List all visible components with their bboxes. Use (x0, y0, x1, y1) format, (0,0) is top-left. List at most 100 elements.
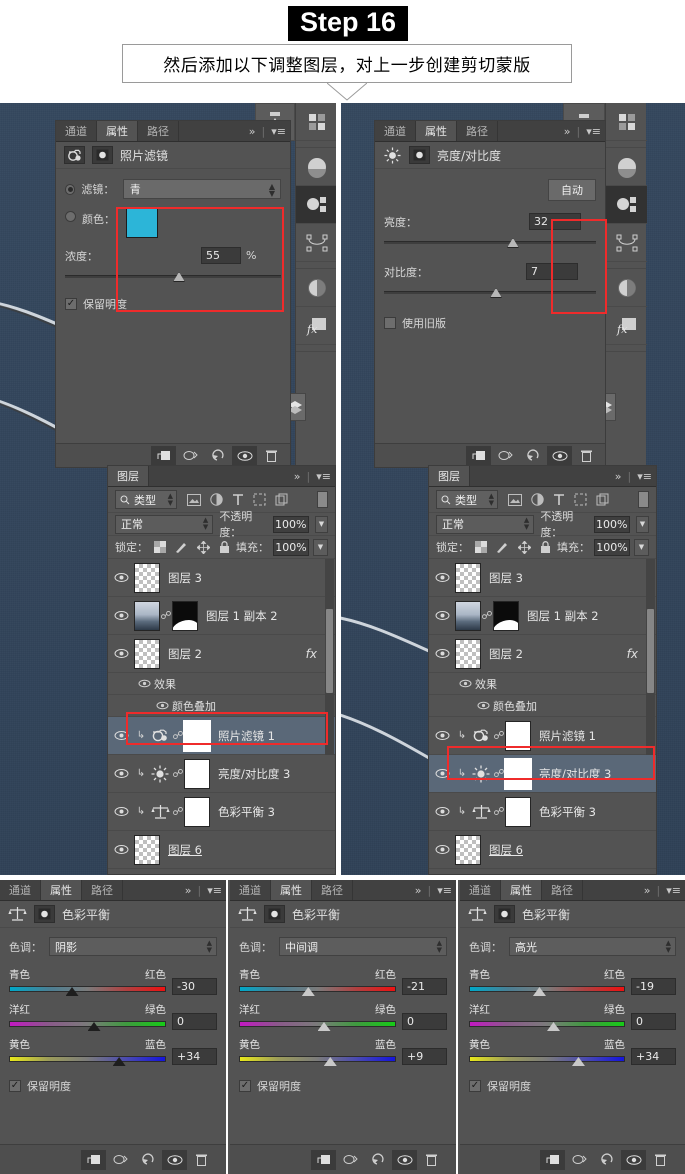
eye-icon[interactable] (621, 1149, 646, 1170)
tone-select[interactable]: 中间调 ▲ ▼ (279, 937, 447, 956)
table-row[interactable]: ☍ 图层 1 副本 2 (108, 597, 335, 635)
half-circle-icon[interactable] (606, 269, 647, 307)
yellow-blue-value[interactable]: +34 (172, 1048, 217, 1065)
contrast-slider[interactable] (384, 287, 596, 299)
color-wheel-icon[interactable] (296, 148, 336, 186)
fill-value[interactable]: 100% (273, 538, 309, 556)
blend-mode-row[interactable]: 正常 ▲ ▼ 不透明度： 100% ▼ (108, 510, 335, 539)
eye-icon[interactable] (429, 730, 455, 741)
toggle-view-icon[interactable] (567, 1150, 592, 1170)
fill-dropdown-icon[interactable]: ▼ (313, 538, 328, 556)
tone-row[interactable]: 色调： 高光 ▲ ▼ (469, 937, 676, 956)
preserve-luminosity-checkbox[interactable]: ✓ (9, 1080, 21, 1092)
brightness-icon[interactable] (469, 765, 493, 783)
panel-menu-icon[interactable]: ▾≡ (316, 470, 331, 483)
clip-to-layer-icon[interactable] (92, 146, 113, 164)
layers-panel-controls[interactable]: » | ▾≡ (294, 466, 331, 487)
stepper-arrows-icon[interactable]: ▲ ▼ (269, 183, 275, 198)
tab-properties[interactable]: 属性 (97, 121, 138, 141)
cyan-red-slider[interactable] (239, 983, 396, 996)
stepper-arrows-icon[interactable]: ▲ ▼ (168, 492, 173, 507)
reset-icon[interactable] (520, 446, 545, 466)
density-slider[interactable] (65, 271, 281, 283)
color-balance-icon[interactable] (469, 804, 493, 820)
layer-mask-thumbnail[interactable] (184, 758, 210, 789)
color-balance-panel-shadows[interactable]: 通道 属性 路径 » | ▾≡ 色彩平衡 色调： 阴影 ▲ ▼ 青色 红色 -3… (0, 880, 228, 1174)
trash-icon[interactable] (574, 446, 599, 466)
half-circle-icon[interactable] (296, 269, 336, 307)
scrollbar-thumb[interactable] (326, 609, 333, 693)
blend-mode-row[interactable]: 正常 ▲ ▼ 不透明度： 100% ▼ (429, 510, 656, 539)
tab-channels[interactable]: 通道 (230, 880, 271, 900)
tone-select[interactable]: 高光 ▲ ▼ (509, 937, 676, 956)
fx-icon[interactable]: fx (306, 647, 317, 661)
eye-icon[interactable] (429, 806, 455, 817)
cyan-red-slider[interactable] (9, 983, 166, 996)
fx-icon[interactable]: fx (627, 647, 638, 661)
use-legacy-row[interactable]: ✓ 使用旧版 (384, 315, 446, 331)
layer-filter-type-select[interactable]: 类型 ▲ ▼ (115, 490, 177, 509)
eye-icon[interactable] (134, 679, 154, 688)
layers-panel-right[interactable]: 图层 » | ▾≡ 类型 ▲ ▼ 正常 ▲ ▼ 不透明度： 100% ▼ 锁定：… (428, 465, 657, 875)
link-icon[interactable]: ☍ (172, 729, 184, 742)
table-row[interactable]: 图层 6 (108, 831, 335, 869)
stepper-arrows-icon[interactable]: ▲ ▼ (489, 492, 494, 507)
layer-mask-thumbnail[interactable] (184, 796, 210, 827)
eye-icon[interactable] (429, 610, 455, 621)
yellow-blue-slider[interactable] (239, 1053, 396, 1066)
opacity-value[interactable]: 100% (593, 515, 630, 533)
filter-radio[interactable] (65, 183, 76, 195)
properties-panel-footer[interactable] (375, 443, 605, 467)
clip-to-layer-icon[interactable] (151, 445, 176, 466)
panel-controls[interactable]: » | ▾≡ (644, 880, 681, 901)
opacity-dropdown-icon[interactable]: ▼ (314, 515, 328, 533)
magenta-green-slider[interactable] (239, 1018, 396, 1031)
list-item-effects[interactable]: 效果 (429, 673, 656, 695)
table-row[interactable]: 图层 2 fx (429, 635, 656, 673)
toggle-view-icon[interactable] (338, 1150, 363, 1170)
filter-option-row[interactable]: 滤镜： 青 ▲ ▼ (65, 179, 281, 199)
panel-controls[interactable]: » | ▾≡ (415, 880, 452, 901)
eye-icon[interactable] (162, 1149, 187, 1170)
panel-controls[interactable]: » | ▾≡ (185, 880, 222, 901)
lock-icons[interactable] (154, 540, 230, 554)
eye-icon[interactable] (108, 610, 134, 621)
tab-channels[interactable]: 通道 (56, 121, 97, 141)
eye-icon[interactable] (547, 445, 572, 466)
magenta-green-slider[interactable] (9, 1018, 166, 1031)
blend-mode-select[interactable]: 正常 ▲ ▼ (436, 514, 535, 534)
tab-channels[interactable]: 通道 (460, 880, 501, 900)
link-icon[interactable]: ☍ (493, 767, 505, 780)
layer-thumbnail[interactable] (455, 600, 481, 631)
scrollbar-thumb[interactable] (647, 609, 654, 693)
eye-icon[interactable] (232, 445, 257, 466)
fx-icon[interactable]: fx (296, 307, 336, 345)
clip-to-layer-icon[interactable] (540, 1149, 565, 1170)
properties-panel-footer[interactable] (56, 443, 290, 467)
eye-icon[interactable] (108, 572, 134, 583)
cyan-red-value[interactable]: -21 (402, 978, 447, 995)
trash-icon[interactable] (189, 1150, 214, 1170)
table-row[interactable]: 图层 6 (429, 831, 656, 869)
layer-list-right[interactable]: 图层 3 ☍ 图层 1 副本 2 图层 2 fx 效果 颜色叠加 ↳ ☍ 照片滤… (429, 559, 656, 875)
lock-icons[interactable] (475, 540, 551, 554)
tab-layers[interactable]: 图层 (429, 466, 470, 486)
collapse-icon[interactable]: » (294, 470, 301, 483)
tab-layers[interactable]: 图层 (108, 466, 149, 486)
collapse-icon[interactable]: » (615, 470, 622, 483)
photo-filter-icon[interactable] (148, 728, 172, 743)
stepper-arrows-icon[interactable]: ▲ ▼ (666, 939, 671, 954)
magenta-green-value[interactable]: 0 (631, 1013, 676, 1030)
trash-icon[interactable] (259, 446, 284, 466)
color-balance-panel-midtones[interactable]: 通道 属性 路径 » | ▾≡ 色彩平衡 色调： 中间调 ▲ ▼ 青色 红色 -… (230, 880, 458, 1174)
opacity-value[interactable]: 100% (272, 515, 309, 533)
trash-icon[interactable] (648, 1150, 673, 1170)
layer-thumbnail[interactable] (134, 562, 160, 593)
table-row[interactable]: ↳ ☍ 色彩平衡 3 (429, 793, 656, 831)
tab-paths[interactable]: 路径 (82, 880, 123, 900)
auto-button[interactable]: 自动 (548, 179, 596, 201)
fill-value[interactable]: 100% (594, 538, 630, 556)
clip-to-layer-icon[interactable] (81, 1149, 106, 1170)
table-row[interactable]: ☍ 图层 1 副本 2 (429, 597, 656, 635)
density-value[interactable]: 55 (201, 247, 241, 264)
